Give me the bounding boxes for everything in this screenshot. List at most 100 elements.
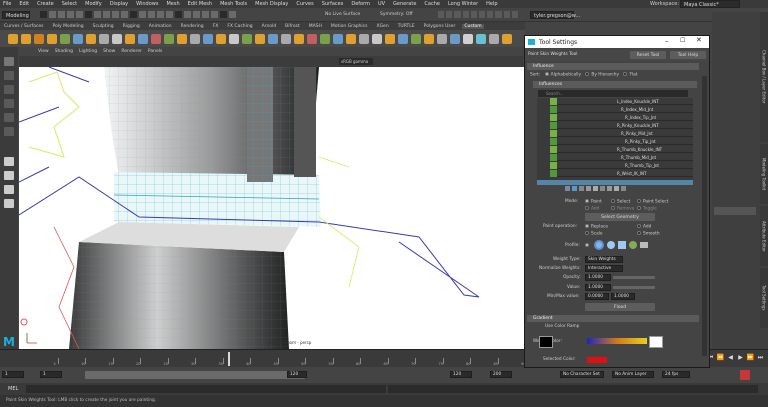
shelf-tool-icon[interactable]: [125, 33, 135, 44]
autokey-icon[interactable]: [740, 370, 750, 380]
select-remove[interactable]: Remove: [611, 206, 634, 212]
shelf-tool-icon[interactable]: [190, 33, 200, 44]
status-tool-icon[interactable]: [85, 11, 92, 18]
influence-color-swatch[interactable]: [550, 162, 557, 169]
playback-end-field[interactable]: 120: [450, 371, 472, 378]
menu-file[interactable]: File: [3, 1, 11, 7]
influence-section-header[interactable]: Influence: [527, 63, 699, 70]
paint-op-smooth[interactable]: Smooth: [637, 231, 660, 237]
shelf-tool-icon[interactable]: [138, 33, 148, 44]
status-tool-icon[interactable]: [193, 11, 200, 18]
start-time-field[interactable]: 1: [2, 371, 24, 378]
paint-op-scale[interactable]: Scale: [585, 231, 603, 237]
playback-button-icon[interactable]: ⏩: [746, 354, 755, 364]
influence-tool-icon[interactable]: [607, 186, 612, 191]
status-tool-icon[interactable]: [76, 11, 83, 18]
range-slider[interactable]: [85, 371, 305, 379]
status-tool-icon[interactable]: [220, 11, 227, 18]
render-tool-icon[interactable]: [438, 11, 445, 18]
minimize-icon[interactable]: –: [665, 37, 669, 45]
influence-color-swatch[interactable]: [550, 146, 557, 153]
tab-motion-graphics[interactable]: Motion Graphics: [329, 24, 370, 29]
status-tool-icon[interactable]: [148, 11, 155, 18]
end-time-field[interactable]: 200: [490, 371, 512, 378]
anim-layer-dropdown[interactable]: No Anim Layer: [612, 371, 654, 378]
tab-xgen[interactable]: XGen: [374, 24, 390, 29]
status-tool-icon[interactable]: [121, 11, 128, 18]
close-icon[interactable]: ✕: [696, 36, 702, 44]
select-geometry-button[interactable]: Select Geometry: [585, 213, 655, 221]
opacity-field[interactable]: 1.0000: [585, 274, 611, 281]
select-add[interactable]: Add: [585, 206, 599, 212]
tab-arnold[interactable]: Arnold: [260, 24, 279, 29]
influence-color-swatch[interactable]: [550, 138, 557, 145]
shelf-tool-icon[interactable]: [151, 33, 161, 44]
shelf-tool-icon[interactable]: [450, 33, 460, 44]
tab-fx-caching[interactable]: FX Caching: [225, 24, 254, 29]
use-color-ramp[interactable]: Use Color Ramp: [545, 324, 579, 329]
influence-tool-icon[interactable]: [621, 186, 626, 191]
influence-color-swatch[interactable]: [550, 122, 557, 129]
status-tool-icon[interactable]: [175, 11, 182, 18]
influence-search-input[interactable]: Search...: [538, 90, 688, 97]
tab-bifrost[interactable]: Bifrost: [283, 24, 302, 29]
tab-poly-modeling[interactable]: Poly Modeling: [51, 24, 86, 29]
mode-dropdown[interactable]: Modeling: [2, 11, 30, 19]
tab-sculpting[interactable]: Sculpting: [91, 24, 116, 29]
menu-mesh-tools[interactable]: Mesh Tools: [220, 1, 247, 7]
move-tool-icon[interactable]: [4, 99, 14, 108]
influence-color-swatch[interactable]: [550, 98, 557, 105]
shelf-tool-icon[interactable]: [8, 33, 18, 44]
status-tool-icon[interactable]: [211, 11, 218, 18]
shelf-tool-icon[interactable]: [463, 33, 473, 44]
layout-four-icon[interactable]: [4, 171, 14, 180]
profile-radio[interactable]: [585, 242, 589, 247]
render-tool-icon[interactable]: [470, 11, 478, 18]
command-input[interactable]: [26, 385, 386, 393]
shelf-tool-icon[interactable]: [216, 33, 226, 44]
status-tool-icon[interactable]: [58, 11, 65, 18]
shelf-tool-icon[interactable]: [411, 33, 421, 44]
menu-generate[interactable]: Generate: [393, 1, 416, 7]
influence-tool-icon[interactable]: [600, 186, 605, 191]
viewport[interactable]: 2D Pan/Zoom - persp: [19, 67, 524, 349]
status-tool-icon[interactable]: [157, 11, 164, 18]
shelf-tool-icon[interactable]: [21, 33, 31, 44]
weight-type-dropdown[interactable]: Skin Weights: [585, 256, 623, 263]
gamma-dropdown[interactable]: sRGB gamma: [339, 58, 373, 65]
influence-tool-icon[interactable]: [593, 186, 598, 191]
tab-channel-box[interactable]: Channel Box / Layer Editor: [760, 12, 768, 142]
tab-fx[interactable]: FX: [211, 24, 221, 29]
min-value-field[interactable]: 0.0000: [585, 293, 609, 300]
menu-uv[interactable]: UV: [378, 1, 385, 7]
render-tool-icon[interactable]: [446, 11, 453, 18]
panel-menu-lighting[interactable]: Lighting: [79, 49, 97, 54]
menu-edit[interactable]: Edit: [19, 1, 29, 7]
shelf-tool-icon[interactable]: [112, 33, 122, 44]
shelf-tool-icon[interactable]: [398, 33, 408, 44]
influence-list[interactable]: L_Index_Knuckle_INT R_Index_Mid_Jnt R_Inde…: [537, 98, 693, 180]
render-tool-icon[interactable]: [503, 11, 510, 18]
value-field[interactable]: 1.0000: [585, 284, 611, 291]
shelf-tool-icon[interactable]: [242, 33, 252, 44]
shelf-tool-icon[interactable]: [346, 33, 356, 44]
value-slider[interactable]: [613, 286, 655, 289]
list-item[interactable]: R_Index_Mid_Jnt: [557, 106, 693, 113]
shelf-tool-icon[interactable]: [281, 33, 291, 44]
flood-button[interactable]: Flood: [585, 303, 655, 311]
time-cursor[interactable]: [228, 352, 230, 366]
shelf-tool-icon[interactable]: [164, 33, 174, 44]
select-toggle[interactable]: Toggle: [637, 206, 657, 212]
custom-brush-icon[interactable]: [629, 240, 637, 249]
tool-settings-titlebar[interactable]: Tool Settings – ☐ ✕: [525, 36, 709, 48]
soft-brush-icon[interactable]: [607, 240, 615, 249]
status-tool-icon[interactable]: [94, 11, 101, 18]
shelf-tool-icon[interactable]: [47, 33, 57, 44]
panel-menu-view[interactable]: View: [38, 49, 49, 54]
layout-outliner-icon[interactable]: [4, 199, 14, 208]
weight-color-ramp[interactable]: [587, 338, 647, 344]
user-account[interactable]: tyler.gregson@w...: [530, 11, 580, 19]
gradient-section-header[interactable]: Gradient: [527, 315, 699, 322]
influences-subheader[interactable]: Influences: [533, 81, 697, 88]
paint-op-add[interactable]: Add: [637, 224, 651, 230]
